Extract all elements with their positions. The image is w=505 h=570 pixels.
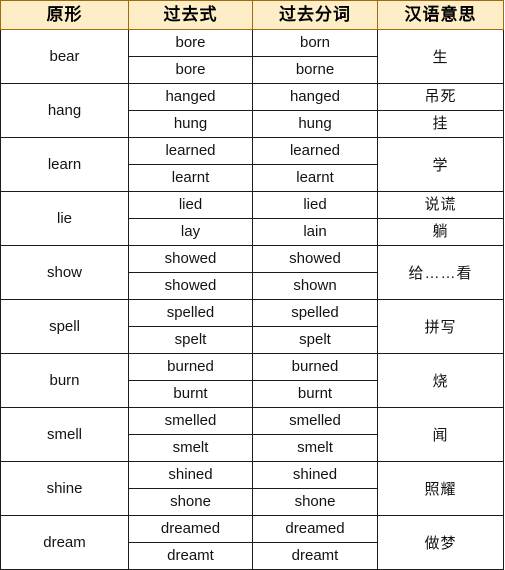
cell-chinese-meaning: 闻 [377,407,504,462]
cell-base-form: dream [0,515,129,570]
cell-past-tense: bore [128,56,253,84]
cell-past-participle: spelt [252,326,378,354]
table-row: shine shined shined 照耀 [0,461,504,516]
cell-past-participle: learnt [252,164,378,192]
cell-chinese-meaning: 照耀 [377,461,504,516]
cell-past-participle: learned [252,137,378,165]
cell-base-form: bear [0,29,129,84]
cell-past-participle: lain [252,218,378,246]
table-row: hang hanged hanged 吊死 [0,83,504,138]
column-header-base-form: 原形 [0,0,129,30]
cell-chinese-meaning: 拼写 [377,299,504,354]
table-row: spell spelled spelled 拼写 [0,299,504,354]
cell-chinese-meaning: 吊死 [377,83,504,111]
cell-past-participle: smelled [252,407,378,435]
cell-past-participle: showed [252,245,378,273]
cell-past-tense: burned [128,353,253,381]
cell-past-participle: borne [252,56,378,84]
cell-past-participle: shined [252,461,378,489]
cell-past-tense: showed [128,272,253,300]
table-row: burn burned burned 烧 [0,353,504,408]
cell-chinese-meaning: 给……看 [377,245,504,300]
cell-base-form: spell [0,299,129,354]
cell-past-participle: spelled [252,299,378,327]
table-row: dream dreamed dreamed 做梦 [0,515,504,570]
table-row: lie lied lied 说谎 [0,191,504,246]
cell-past-participle: shown [252,272,378,300]
cell-chinese-meaning: 学 [377,137,504,192]
cell-chinese-meaning: 做梦 [377,515,504,570]
table-header: 原形 过去式 过去分词 汉语意思 [0,0,504,30]
cell-chinese-meaning: 躺 [377,218,504,246]
cell-past-participle: smelt [252,434,378,462]
cell-past-participle: dreamed [252,515,378,543]
cell-past-tense: spelt [128,326,253,354]
cell-past-tense: lay [128,218,253,246]
cell-past-tense: hung [128,110,253,138]
cell-past-tense: bore [128,29,253,57]
column-header-past-participle: 过去分词 [252,0,378,30]
cell-past-tense: learnt [128,164,253,192]
cell-base-form: burn [0,353,129,408]
cell-base-form: smell [0,407,129,462]
cell-past-participle: hung [252,110,378,138]
cell-past-participle: dreamt [252,542,378,570]
table-row: smell smelled smelled 闻 [0,407,504,462]
cell-past-tense: lied [128,191,253,219]
cell-past-tense: hanged [128,83,253,111]
cell-past-tense: dreamt [128,542,253,570]
cell-past-participle: shone [252,488,378,516]
cell-base-form: learn [0,137,129,192]
cell-base-form: show [0,245,129,300]
cell-chinese-meaning: 生 [377,29,504,84]
cell-past-participle: burnt [252,380,378,408]
table-row: show showed showed 给……看 [0,245,504,300]
cell-past-participle: lied [252,191,378,219]
cell-past-tense: shined [128,461,253,489]
cell-chinese-meaning: 烧 [377,353,504,408]
cell-base-form: shine [0,461,129,516]
table-body: bear bore born 生 bore borne hang hanged hanged 吊死… [0,29,504,570]
column-header-chinese-meaning: 汉语意思 [377,0,504,30]
cell-past-tense: burnt [128,380,253,408]
cell-past-tense: smelled [128,407,253,435]
column-header-past-tense: 过去式 [128,0,253,30]
table-header-row: 原形 过去式 过去分词 汉语意思 [0,0,504,30]
table-row: learn learned learned 学 [0,137,504,192]
cell-past-tense: learned [128,137,253,165]
cell-base-form: lie [0,191,129,246]
cell-chinese-meaning: 挂 [377,110,504,138]
cell-past-participle: hanged [252,83,378,111]
cell-past-participle: burned [252,353,378,381]
cell-past-tense: shone [128,488,253,516]
cell-past-tense: dreamed [128,515,253,543]
cell-past-participle: born [252,29,378,57]
cell-chinese-meaning: 说谎 [377,191,504,219]
irregular-verbs-table: 原形 过去式 过去分词 汉语意思 bear bore born 生 bore borne h… [0,0,504,570]
cell-past-tense: smelt [128,434,253,462]
cell-past-tense: spelled [128,299,253,327]
cell-base-form: hang [0,83,129,138]
cell-past-tense: showed [128,245,253,273]
table-row: bear bore born 生 [0,29,504,84]
